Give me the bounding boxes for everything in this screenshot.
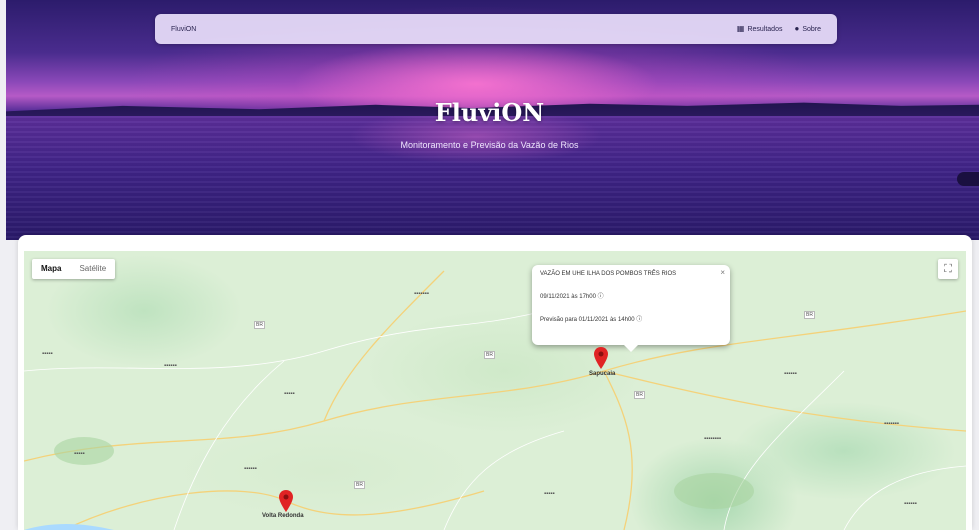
nav-links: ▦ Resultados ● Sobre [737,25,821,33]
road-shield: BR [804,311,815,319]
info-window-title: VAZÃO EM UHE ILHA DOS POMBOS TRÊS RIOS [540,271,677,277]
map-type-map-button[interactable]: Mapa [32,259,70,279]
place-label: ▪▪▪▪▪▪▪ [884,421,899,427]
info-window-forecast: Previsão para 01/11/2021 às 14h00 ⓘ [540,317,643,323]
road-minor-3 [723,370,845,530]
place-label: ▪▪▪▪▪▪ [164,363,177,369]
road-shield: BR [354,481,365,489]
road-minor-2 [173,360,285,530]
map-type-satellite-button[interactable]: Satélite [70,259,115,279]
fullscreen-icon: ⛶ [944,262,952,275]
marker-label-volta-redonda: Volta Redonda [262,513,304,519]
place-label: ▪▪▪▪▪▪ [904,501,917,507]
close-icon[interactable]: × [720,268,725,277]
road-minor-4 [443,430,565,530]
navbar: FluviON ▦ Resultados ● Sobre [155,14,837,44]
place-label: ▪▪▪▪▪▪ [784,371,797,377]
page-title: FluviON [434,98,545,127]
map-marker-icon[interactable] [279,490,293,512]
place-label: ▪▪▪▪▪▪ [244,466,257,472]
marker-label-sapucaia: Sapucaia [589,371,616,377]
place-label: ▪▪▪▪▪ [544,491,555,497]
place-label: ▪▪▪▪▪ [284,391,295,397]
nav-sobre-label: Sobre [802,25,821,33]
map-card: ▪▪▪▪▪ ▪▪▪▪▪▪ ▪▪▪▪▪ ▪▪▪▪▪▪▪ ▪▪▪▪▪▪ ▪▪▪▪▪▪… [18,235,972,530]
place-label: ▪▪▪▪▪▪▪▪ [704,436,722,442]
map-canvas[interactable]: ▪▪▪▪▪ ▪▪▪▪▪▪ ▪▪▪▪▪ ▪▪▪▪▪▪▪ ▪▪▪▪▪▪ ▪▪▪▪▪▪… [24,251,966,530]
fullscreen-button[interactable]: ⛶ [938,259,958,279]
nav-sobre[interactable]: ● Sobre [794,25,821,33]
road-shield: BR [254,321,265,329]
road-minor-1 [24,310,545,372]
road-minor-5 [843,465,966,530]
road-1 [24,310,966,462]
hero-water [6,116,979,240]
road-shield: BR [484,351,495,359]
chart-icon: ▦ [736,24,745,33]
water-edge [24,523,114,530]
info-window-measured: 09/11/2021 às 17h00 ⓘ [540,294,604,300]
nav-resultados-label: Resultados [747,25,783,33]
map-type-control: Mapa Satélite [32,259,116,279]
page-subtitle: Monitoramento e Previsão da Vazão de Rio… [400,140,579,150]
map-marker-icon[interactable] [594,347,608,369]
map-roads [24,270,966,530]
info-window: × VAZÃO EM UHE ILHA DOS POMBOS TRÊS RIOS… [532,265,730,352]
road-2 [63,490,485,530]
brand-link[interactable]: FluviON [171,26,196,33]
info-icon: ● [794,24,800,33]
road-5 [603,370,966,432]
place-label: ▪▪▪▪▪ [42,351,53,357]
place-label: ▪▪▪▪▪▪▪ [414,291,429,297]
road-shield: BR [634,391,645,399]
place-label: ▪▪▪▪▪ [74,451,85,457]
hero-rock [957,172,979,186]
park-1 [674,473,754,509]
road-3 [603,370,633,530]
nav-resultados[interactable]: ▦ Resultados [737,25,783,33]
